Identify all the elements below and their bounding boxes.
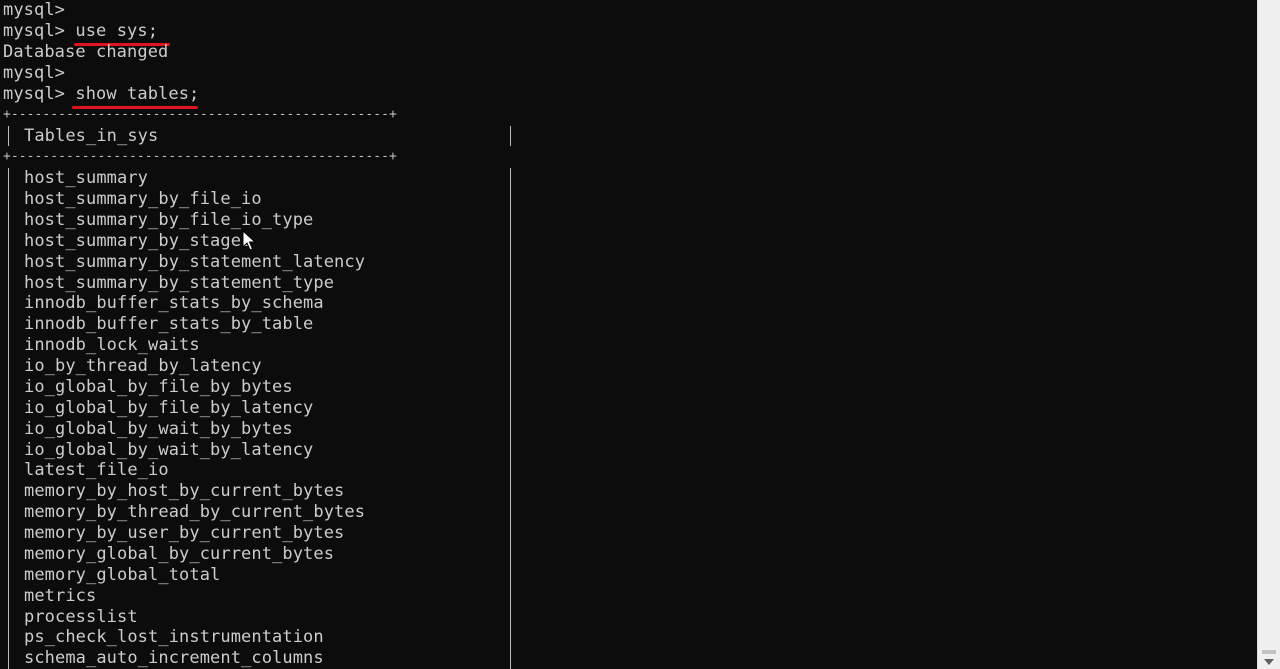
table-right-pipe (510, 126, 511, 146)
table-row: processlist (24, 607, 138, 627)
console-line-prompt: mysql> (3, 63, 66, 83)
table-right-pipe (510, 168, 511, 669)
command-text: show tables; (75, 84, 200, 104)
command-text: use sys; (75, 21, 159, 41)
table-row: memory_by_host_by_current_bytes (24, 481, 345, 501)
console-line-prompt: mysql> (3, 0, 66, 20)
table-left-pipe (8, 126, 9, 146)
table-row: innodb_buffer_stats_by_table (24, 314, 314, 334)
table-row: host_summary_by_statement_type (24, 273, 335, 293)
arrow-cursor-icon (242, 230, 256, 251)
scrollbar-thumb[interactable] (1262, 650, 1276, 654)
prompt-text: mysql> (3, 84, 66, 104)
console-line-use-sys: mysql> use sys; (3, 21, 158, 42)
table-mid-border: +---------------------------------------… (3, 149, 397, 164)
table-row: host_summary_by_file_io_type (24, 210, 314, 230)
table-row: host_summary (24, 168, 149, 188)
table-row: host_summary_by_statement_latency (24, 252, 366, 272)
table-row: io_global_by_file_by_bytes (24, 377, 293, 397)
console-line-show-tables: mysql> show tables; (3, 84, 199, 105)
table-row: metrics (24, 586, 97, 606)
table-row: memory_global_total (24, 565, 221, 585)
console-line-output: Database changed (3, 42, 169, 62)
table-row: memory_global_by_current_bytes (24, 544, 335, 564)
terminal-console[interactable]: mysql> mysql> use sys; Database changed … (0, 0, 1257, 669)
prompt-text: mysql> (3, 21, 66, 41)
scroll-down-arrow-icon[interactable] (1264, 659, 1274, 665)
table-row: innodb_buffer_stats_by_schema (24, 293, 324, 313)
table-row: io_global_by_file_by_latency (24, 398, 314, 418)
vertical-scrollbar[interactable] (1257, 0, 1280, 669)
table-top-border: +---------------------------------------… (3, 107, 397, 122)
table-row: io_global_by_wait_by_latency (24, 440, 314, 460)
table-row: io_by_thread_by_latency (24, 356, 262, 376)
table-row: ps_check_lost_instrumentation (24, 627, 324, 647)
table-row: host_summary_by_stages (24, 231, 252, 251)
table-header: Tables_in_sys (24, 126, 159, 146)
table-row: host_summary_by_file_io (24, 189, 262, 209)
table-row: latest_file_io (24, 460, 169, 480)
table-row: schema_auto_increment_columns (24, 648, 324, 668)
table-row: memory_by_user_by_current_bytes (24, 523, 345, 543)
table-row: io_global_by_wait_by_bytes (24, 419, 293, 439)
table-row: memory_by_thread_by_current_bytes (24, 502, 366, 522)
table-row: innodb_lock_waits (24, 335, 200, 355)
table-left-pipe (8, 168, 9, 669)
